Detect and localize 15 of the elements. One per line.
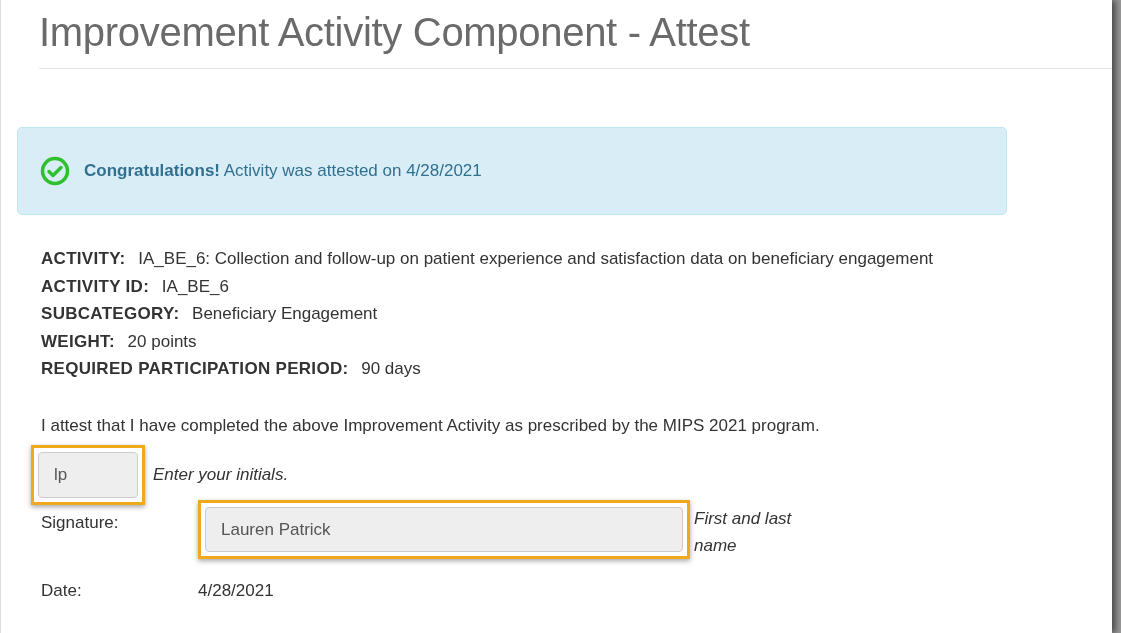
input-field[interactable]: lp: [38, 452, 138, 498]
detail-line: WEIGHT: 20 points: [41, 330, 198, 353]
detail-line: SUBCATEGORY: Beneficiary Engagement: [41, 303, 379, 325]
field-hint: First and last name: [694, 507, 793, 557]
alert-message: Congratulations! Activity was attested on 4/28/2021: [84, 160, 482, 183]
page-title: Improvement Activity Component - Attest: [38, 9, 751, 54]
detail-line: REQUIRED PARTICIPATION PERIOD: 90 days: [41, 358, 422, 380]
field-label: Signature:: [41, 511, 120, 534]
detail-line: ACTIVITY ID: IA_BE_6: [41, 275, 230, 298]
field-hint: Enter your initials.: [153, 464, 289, 486]
attestation-text: I attest that I have completed the above Improvement Activity as prescribed by the MIPS 2021 program.: [41, 414, 821, 437]
detail-line: ACTIVITY: IA_BE_6: Collection and follow-up on patient experience and satisfaction data on beneficiary engagement: [41, 248, 935, 270]
field-label: Date:: [41, 580, 83, 602]
input-field[interactable]: Lauren Patrick: [205, 506, 683, 552]
date-value: 4/28/2021: [198, 580, 274, 602]
